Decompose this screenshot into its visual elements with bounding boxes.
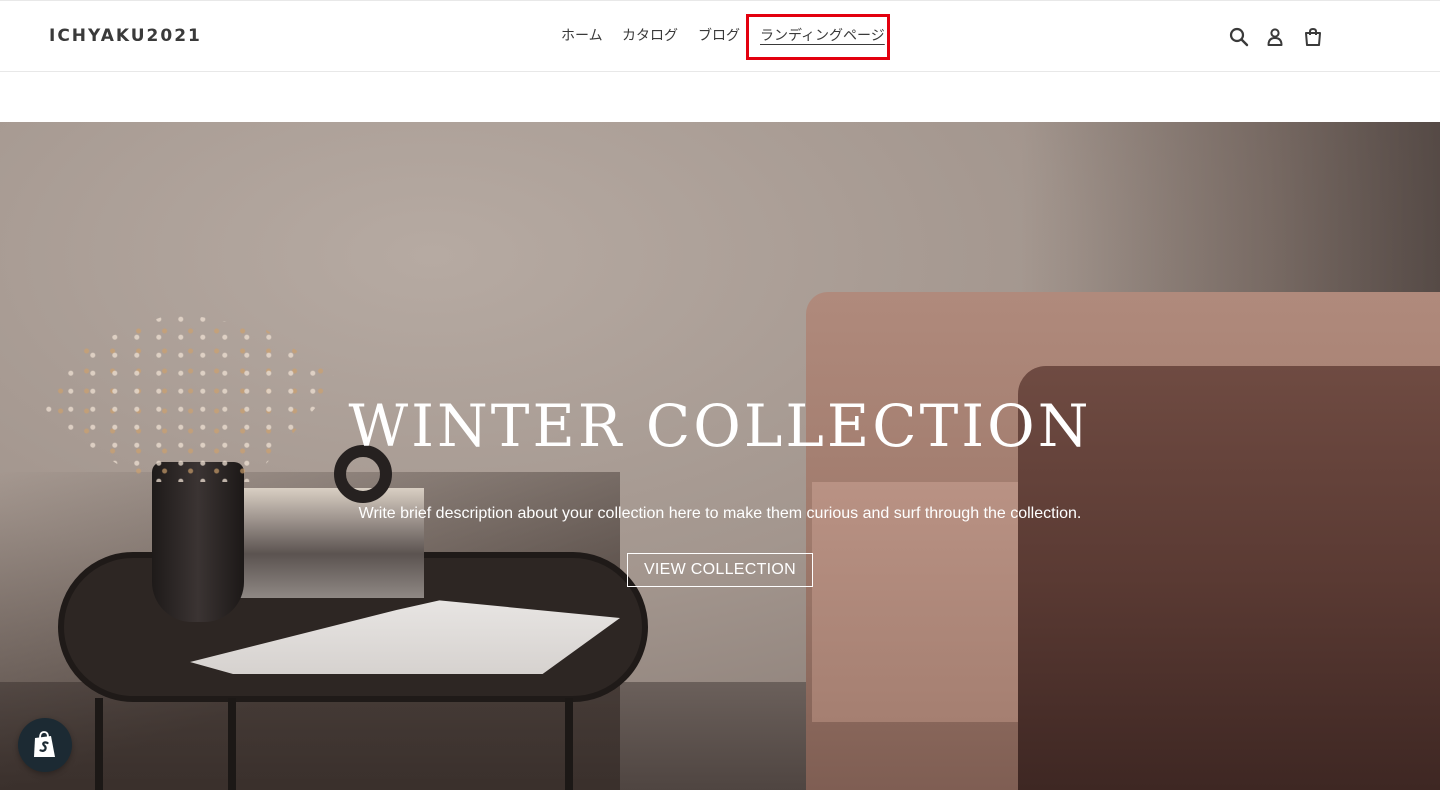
- vase: [152, 462, 244, 622]
- highlight-box: [746, 14, 890, 60]
- hero-title: WINTER COLLECTION: [348, 392, 1092, 460]
- nav-item-catalog[interactable]: カタログ: [622, 26, 678, 46]
- hero-description: Write brief description about your colle…: [358, 505, 1082, 522]
- table-leg: [95, 698, 103, 790]
- nav-item-home[interactable]: ホーム: [561, 26, 603, 46]
- site-header: ICHYAKU2021 ホーム カタログ ブログ ランディングページ: [0, 0, 1440, 72]
- hero-banner: WINTER COLLECTION Write brief descriptio…: [0, 122, 1440, 790]
- nav-item-blog[interactable]: ブログ: [698, 26, 740, 46]
- main-nav: ホーム カタログ ブログ ランディングページ: [0, 26, 1440, 48]
- account-icon[interactable]: [1264, 26, 1286, 48]
- table-leg: [228, 698, 236, 790]
- search-icon[interactable]: [1228, 26, 1250, 48]
- shopify-badge[interactable]: [18, 718, 72, 772]
- cart-icon[interactable]: [1302, 26, 1324, 48]
- view-collection-button[interactable]: VIEW COLLECTION: [627, 553, 813, 587]
- table-leg: [565, 698, 573, 790]
- shopify-bag-icon: [34, 731, 55, 757]
